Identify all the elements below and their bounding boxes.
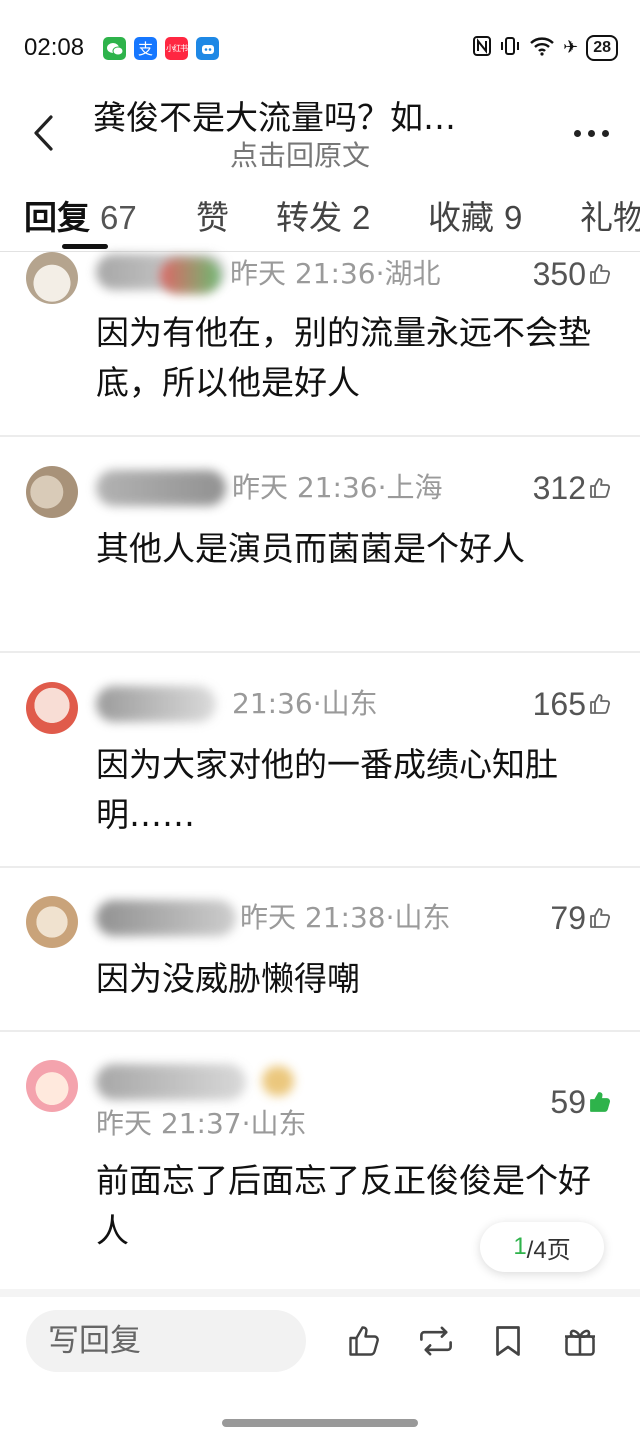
like-count-button[interactable]: 350	[533, 256, 612, 292]
comment-meta: 21:36·山东	[232, 687, 378, 720]
comment-meta: 昨天 21:37·山东	[96, 1107, 307, 1140]
like-icon[interactable]	[342, 1318, 386, 1364]
username-blurred[interactable]	[96, 470, 226, 506]
tab-bar: 回复 67 赞 转发 2 收藏 9 礼物	[0, 190, 640, 250]
thumbs-up-icon	[590, 478, 611, 498]
divider	[0, 1030, 640, 1032]
like-count: 312	[532, 470, 586, 506]
thumbs-up-filled-icon	[590, 1092, 611, 1112]
back-to-original-link[interactable]: 点击回原文	[230, 138, 370, 174]
avatar[interactable]	[26, 682, 78, 734]
wifi-icon	[529, 36, 555, 60]
like-count: 165	[532, 686, 586, 722]
page-title: 龚俊不是大流量吗？如…	[93, 98, 456, 137]
tab-reposts[interactable]: 转发 2	[276, 196, 370, 240]
reply-input[interactable]: 写回复	[26, 1310, 306, 1372]
bookmark-icon[interactable]	[486, 1318, 530, 1364]
app-icon	[196, 37, 219, 60]
like-count: 59	[550, 1084, 586, 1120]
username-blurred[interactable]	[96, 1064, 246, 1100]
gift-icon[interactable]	[558, 1318, 602, 1364]
home-indicator[interactable]	[222, 1419, 418, 1427]
like-count-button[interactable]: 165	[533, 686, 612, 722]
nfc-icon	[473, 36, 492, 60]
alipay-icon: 支	[134, 37, 157, 60]
like-count-button[interactable]: 79	[550, 900, 612, 936]
comment-text: 因为有他在，别的流量永远不会垫底，所以他是好人	[96, 313, 591, 402]
current-page: 1	[513, 1233, 527, 1260]
xiaohongshu-icon: 小红书	[165, 37, 188, 60]
total-pages: /4页	[526, 1236, 571, 1264]
like-count-button[interactable]: 59	[550, 1084, 612, 1120]
avatar[interactable]	[26, 252, 78, 304]
battery-indicator: 28	[586, 35, 618, 61]
comment-meta: 昨天 21:36·湖北	[230, 257, 441, 290]
comment-meta: 昨天 21:38·山东	[240, 901, 451, 934]
avatar[interactable]	[26, 896, 78, 948]
like-count: 79	[550, 900, 586, 936]
divider	[0, 251, 640, 252]
comment-text: 因为大家对他的一番成绩心知肚明……	[96, 745, 558, 834]
divider	[0, 435, 640, 437]
vibrate-icon	[499, 36, 521, 60]
comment-text: 因为没威胁懒得嘲	[96, 959, 360, 998]
tab-count: 67	[100, 199, 137, 236]
like-count-button[interactable]: 312	[533, 470, 612, 506]
username-blurred[interactable]	[96, 686, 216, 722]
divider	[0, 651, 640, 653]
chevron-left-icon	[34, 115, 53, 151]
user-badge-blurred	[160, 258, 220, 294]
tab-label: 回复	[24, 198, 90, 237]
more-options-icon[interactable]	[566, 118, 616, 148]
tab-label: 转发	[276, 198, 342, 237]
page-indicator[interactable]: 1/4页	[480, 1222, 604, 1272]
username-blurred[interactable]	[96, 900, 236, 936]
avatar[interactable]	[26, 1060, 78, 1112]
tab-favorites[interactable]: 收藏 9	[428, 196, 522, 240]
wechat-icon	[103, 37, 126, 60]
status-time: 02:08	[24, 34, 85, 61]
tab-count: 9	[504, 199, 523, 236]
avatar[interactable]	[26, 466, 78, 518]
tab-label: 赞	[196, 198, 229, 237]
tab-replies[interactable]: 回复 67	[24, 196, 137, 240]
tab-gifts[interactable]: 礼物	[580, 196, 640, 240]
tab-count: 2	[352, 199, 371, 236]
comment-meta: 昨天 21:36·上海	[232, 471, 443, 504]
tab-active-indicator	[62, 244, 108, 249]
repost-icon[interactable]	[414, 1318, 458, 1364]
thumbs-up-icon	[590, 694, 611, 714]
tab-label: 收藏	[428, 198, 494, 237]
airplane-icon: ✈	[563, 37, 579, 58]
like-count: 350	[532, 256, 586, 292]
thumbs-up-icon	[590, 264, 611, 284]
thumbs-up-icon	[590, 908, 611, 928]
system-status: ✈ 28	[473, 34, 618, 62]
tab-label: 礼物	[580, 198, 640, 237]
back-button[interactable]	[20, 108, 66, 158]
user-badge-blurred	[262, 1066, 294, 1096]
divider	[0, 1289, 640, 1297]
tab-likes[interactable]: 赞	[196, 196, 229, 240]
status-bar: 02:08 支 小红书 ✈ 28	[0, 0, 640, 96]
divider	[0, 866, 640, 868]
comment-text: 其他人是演员而菌菌是个好人	[96, 529, 525, 568]
